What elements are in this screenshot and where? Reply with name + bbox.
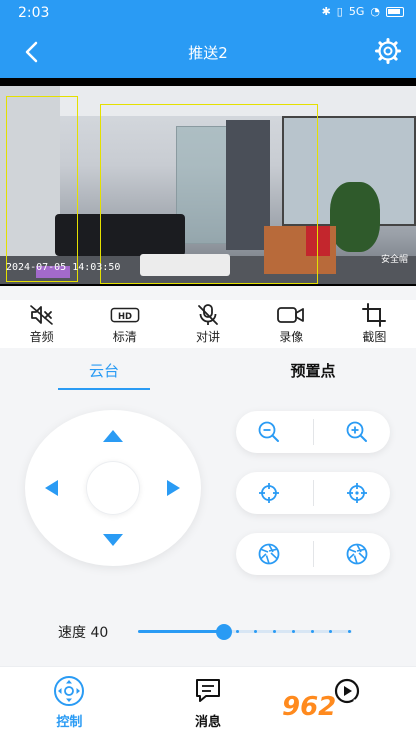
vibrate-icon: ▯ xyxy=(336,5,343,18)
focus-near-button[interactable] xyxy=(257,481,281,505)
iris-control xyxy=(236,533,390,575)
slider-tick xyxy=(236,630,239,633)
video-timestamp: 2024-07-05 14:03:50 xyxy=(6,262,121,273)
slider-tick xyxy=(311,630,314,633)
zoom-control xyxy=(236,411,390,453)
pan-up-icon[interactable] xyxy=(103,430,123,442)
audio-button[interactable]: 音频 xyxy=(0,300,83,348)
tab-active-indicator xyxy=(58,388,150,390)
zoom-out-button[interactable] xyxy=(257,420,281,444)
slider-thumb[interactable] xyxy=(216,624,232,640)
watermark-logo: 962 xyxy=(282,692,337,722)
slider-tick xyxy=(179,630,182,633)
video-plant xyxy=(330,182,380,252)
ptz-joystick[interactable] xyxy=(25,410,201,566)
pill-divider xyxy=(313,419,314,445)
nav-label-control: 控制 xyxy=(56,715,83,730)
slider-tick xyxy=(142,630,145,633)
bluetooth-icon: ✱ xyxy=(321,5,331,18)
page-title: 推送2 xyxy=(188,44,228,62)
slider-tick xyxy=(348,630,351,633)
slider-tick xyxy=(329,630,332,633)
settings-button[interactable] xyxy=(374,37,402,65)
intercom-label: 对讲 xyxy=(196,329,221,344)
quality-label: 标清 xyxy=(112,329,137,344)
video-camera-icon xyxy=(277,306,305,323)
site-watermark: 962 .NET 乐游网 xyxy=(282,692,410,736)
mic-muted-icon xyxy=(198,303,218,325)
focus-near-icon xyxy=(259,483,279,503)
app-header: 2:03 ✱ ▯ 5G ◔ 推送2 xyxy=(0,0,416,78)
status-icons: ✱ ▯ 5G ◔ xyxy=(322,5,404,18)
zoom-out-icon xyxy=(258,421,279,442)
intercom-button[interactable]: 对讲 xyxy=(166,300,249,348)
hd-icon: HD xyxy=(110,307,140,322)
aperture-icon xyxy=(258,543,280,565)
joystick-center[interactable] xyxy=(86,461,140,515)
status-time: 2:03 xyxy=(18,5,50,21)
video-toolbar: 音频 HD 标清 对讲 录像 截图 xyxy=(0,300,416,348)
video-frame: 2024-07-05 14:03:50 安全帽 xyxy=(0,86,416,284)
pan-down-icon[interactable] xyxy=(103,534,123,546)
control-tabs: 云台 预置点 xyxy=(0,348,416,392)
record-button[interactable]: 录像 xyxy=(250,300,333,348)
pan-right-icon[interactable] xyxy=(167,480,180,496)
video-channel-name: 安全帽 xyxy=(380,255,408,265)
nav-bar: 推送2 xyxy=(0,26,416,78)
pan-left-icon[interactable] xyxy=(45,480,58,496)
focus-control xyxy=(236,472,390,514)
hd-badge-text: HD xyxy=(118,310,132,320)
control-icon xyxy=(54,676,85,706)
live-video-view[interactable]: 2024-07-05 14:03:50 安全帽 xyxy=(0,78,416,286)
pill-divider xyxy=(313,541,314,567)
screenshot-button[interactable]: 截图 xyxy=(333,300,416,348)
detection-box xyxy=(6,96,78,282)
nav-item-messages[interactable]: 消息 xyxy=(139,667,278,744)
detection-box xyxy=(100,104,318,284)
pill-divider xyxy=(313,480,314,506)
status-bar: 2:03 ✱ ▯ 5G ◔ xyxy=(0,0,416,26)
message-icon xyxy=(196,679,220,702)
crop-icon xyxy=(362,302,387,327)
watermark-sub: 乐游网 xyxy=(350,720,387,734)
quality-button[interactable]: HD 标清 xyxy=(83,300,166,348)
slider-tick xyxy=(254,630,257,633)
battery-icon xyxy=(386,6,404,17)
tab-ptz[interactable]: 云台 xyxy=(58,360,150,381)
slider-tick xyxy=(292,630,295,633)
nav-label-messages: 消息 xyxy=(195,715,222,730)
speed-label: 速度 40 xyxy=(58,625,109,641)
aperture-icon xyxy=(346,543,368,565)
zoom-in-icon xyxy=(346,421,367,442)
iris-close-button[interactable] xyxy=(257,542,281,566)
screenshot-label: 截图 xyxy=(362,329,387,344)
tab-preset[interactable]: 预置点 xyxy=(263,360,363,381)
focus-far-button[interactable] xyxy=(345,481,369,505)
focus-far-icon xyxy=(347,483,367,503)
nav-item-control[interactable]: 控制 xyxy=(0,667,139,744)
iris-open-button[interactable] xyxy=(345,542,369,566)
slider-tick xyxy=(161,630,164,633)
speed-slider[interactable] xyxy=(138,624,352,640)
watermark-domain: .NET xyxy=(346,696,388,715)
wifi-icon: ◔ xyxy=(370,5,380,18)
record-label: 录像 xyxy=(279,329,304,344)
network-label: 5G xyxy=(348,5,365,18)
audio-label: 音频 xyxy=(29,329,54,344)
slider-tick xyxy=(273,630,276,633)
slider-tick xyxy=(198,630,201,633)
zoom-in-button[interactable] xyxy=(345,420,369,444)
speaker-muted-icon xyxy=(29,304,53,325)
gear-icon xyxy=(375,38,401,64)
